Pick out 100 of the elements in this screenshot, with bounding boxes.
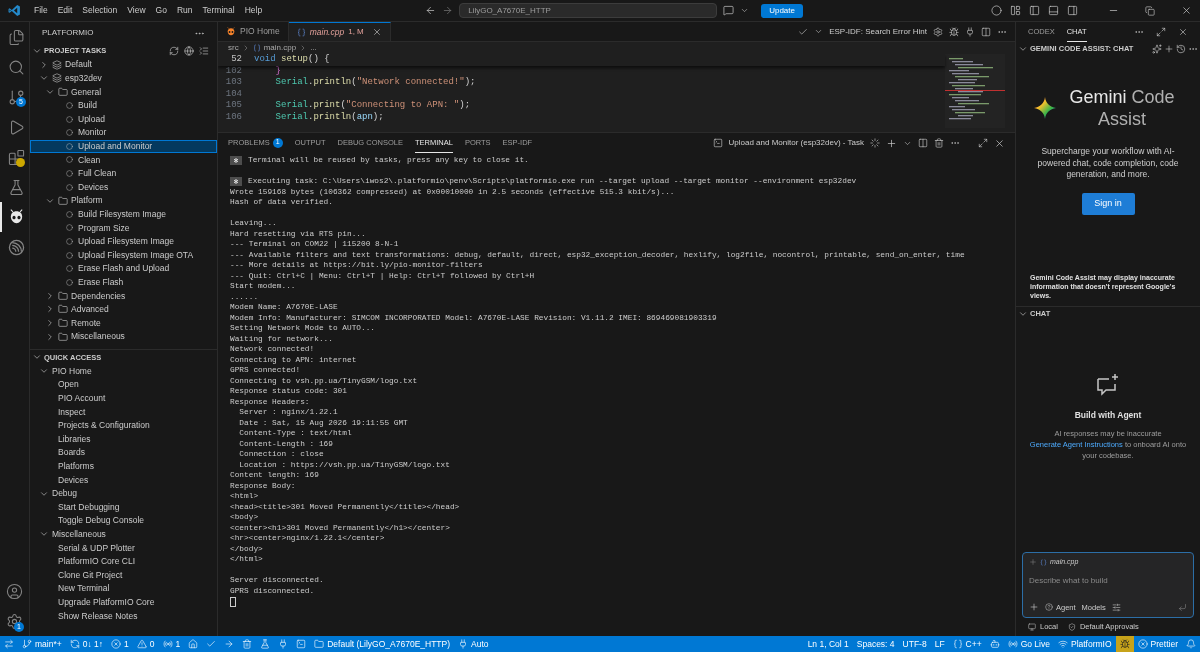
panel-left-icon[interactable] (1029, 5, 1040, 16)
collapse-icon[interactable] (199, 46, 209, 56)
status-bar-item[interactable]: 1 (107, 636, 133, 652)
tree-item[interactable]: Clone Git Project (30, 568, 217, 582)
panel-right-icon[interactable] (1067, 5, 1078, 16)
gear-icon[interactable] (933, 26, 943, 37)
tree-item[interactable]: New Terminal (30, 581, 217, 596)
tree-item[interactable]: Start Debugging (30, 500, 217, 514)
plus-icon[interactable] (886, 137, 897, 149)
sparkles-icon[interactable] (1152, 44, 1162, 54)
close-icon[interactable] (1181, 5, 1192, 16)
sliders-icon[interactable] (1111, 602, 1121, 612)
close-icon[interactable] (994, 137, 1005, 149)
search-error-hint-button[interactable]: ESP-IDF: Search Error Hint (829, 25, 927, 38)
tree-item[interactable]: Full Clean (30, 166, 217, 181)
plus-icon[interactable] (1164, 44, 1174, 54)
tree-item[interactable]: Upload and Monitor (30, 139, 217, 154)
refresh-icon[interactable] (169, 46, 179, 56)
plus-icon[interactable] (1029, 602, 1039, 613)
maximize-icon[interactable] (978, 138, 988, 148)
tree-item[interactable]: Upload Filesystem Image (30, 234, 217, 249)
tree-item[interactable]: Erase Flash (30, 275, 217, 290)
status-bar-item[interactable] (1115, 636, 1134, 652)
tree-item[interactable]: Advanced (30, 302, 217, 317)
menu-item[interactable]: Help (239, 4, 268, 17)
status-bar-item[interactable]: C++ (948, 636, 986, 652)
breadcrumb-item[interactable]: main.cpp (263, 42, 297, 54)
tree-item[interactable]: Upgrade PlatformIO Core (30, 595, 217, 610)
tree-item[interactable]: Program Size (30, 221, 217, 235)
menu-item[interactable]: Go (150, 4, 172, 17)
tree-item[interactable]: Debug (30, 486, 217, 501)
tree-item[interactable]: Projects & Configuration (30, 418, 217, 433)
account-icon[interactable] (6, 582, 23, 600)
tree-item[interactable]: Monitor (30, 125, 217, 140)
tree-item[interactable]: Clean (30, 153, 217, 167)
menu-item[interactable]: Terminal (197, 4, 240, 17)
tree-item[interactable]: esp32dev (30, 71, 217, 86)
restore-icon[interactable] (1145, 5, 1155, 16)
back-arrow-icon[interactable] (425, 5, 437, 16)
menu-item[interactable]: Edit (52, 4, 78, 17)
tree-item[interactable]: Toggle Debug Console (30, 514, 217, 528)
breadcrumb-item[interactable]: src (228, 42, 239, 54)
breadcrumb-item[interactable]: ... (310, 42, 317, 54)
menu-item[interactable]: Run (171, 4, 198, 17)
tree-item[interactable]: Libraries (30, 432, 217, 447)
close-icon[interactable] (1178, 27, 1188, 37)
menu-item[interactable]: View (122, 4, 151, 17)
status-bar-item[interactable]: Default (LilyGO_A7670E_HTTP) (310, 636, 455, 652)
tree-item[interactable]: Remote (30, 316, 217, 330)
chat-icon[interactable] (723, 5, 735, 16)
tree-item[interactable]: Show Release Notes (30, 609, 217, 623)
status-bar-item[interactable]: Spaces: 4 (852, 636, 899, 652)
sign-in-button[interactable]: Sign in (1081, 192, 1135, 215)
tree-item[interactable]: Erase Flash and Upload (30, 261, 217, 276)
tree-item[interactable]: Default (30, 58, 217, 72)
tree-item[interactable]: Devices (30, 473, 217, 487)
tree-item[interactable]: Upload Filesystem Image OTA (30, 248, 217, 262)
tree-item[interactable]: Open (30, 378, 217, 392)
status-bar-item[interactable]: Prettier (1133, 636, 1182, 652)
tree-item[interactable]: PlatformIO Core CLI (30, 554, 217, 569)
terminal-selector[interactable]: Upload and Monitor (esp32dev) - Task (728, 137, 864, 149)
tree-item[interactable]: PIO Account (30, 391, 217, 406)
panel-bottom-icon[interactable] (1048, 5, 1059, 16)
account-icon[interactable] (991, 5, 1002, 16)
forward-arrow-icon[interactable] (442, 5, 454, 16)
maximize-icon[interactable] (1156, 27, 1166, 37)
status-bar-item[interactable]: 0↓ 1↑ (65, 636, 108, 652)
editor-tab[interactable]: main.cpp 1, M (288, 22, 391, 41)
chevron-down-icon[interactable] (814, 27, 824, 36)
status-bar-item[interactable]: Auto (454, 636, 493, 652)
tree-item[interactable]: Miscellaneous (30, 527, 217, 542)
status-bar-item[interactable]: 0 (132, 636, 159, 652)
globe-icon[interactable] (184, 46, 194, 56)
status-bar-item[interactable]: Ln 1, Col 1 (803, 636, 853, 652)
history-icon[interactable] (1176, 44, 1186, 54)
trash-icon[interactable] (934, 138, 944, 148)
tree-item[interactable]: Build (30, 98, 217, 113)
check-icon[interactable] (798, 26, 809, 37)
tree-item[interactable]: PIO Home (30, 364, 217, 379)
close-icon[interactable] (371, 27, 382, 37)
status-bar-item[interactable]: LF (930, 636, 949, 652)
tree-item[interactable]: General (30, 85, 217, 99)
split-editor-icon[interactable] (981, 26, 991, 37)
command-center[interactable]: LilyGO_A7670E_HTTP (459, 3, 718, 18)
status-bar-item[interactable]: PlatformIO (1053, 636, 1116, 652)
chevron-down-icon[interactable] (740, 6, 750, 15)
plug-icon[interactable] (965, 26, 975, 37)
status-bar-item[interactable]: main*+ (18, 636, 66, 652)
split-icon[interactable] (918, 138, 928, 148)
tree-item[interactable]: Boards (30, 446, 217, 460)
tree-item[interactable]: Serial & UDP Plotter (30, 541, 217, 555)
status-bar-item[interactable]: Go Live (1003, 636, 1054, 652)
update-button[interactable]: Update (761, 3, 803, 18)
tree-item[interactable]: Miscellaneous (30, 329, 217, 344)
bug-icon[interactable] (949, 26, 959, 37)
tree-item[interactable]: Build Filesystem Image (30, 207, 217, 222)
tree-item[interactable]: Platforms (30, 459, 217, 474)
tree-item[interactable]: Devices (30, 180, 217, 194)
input-field[interactable]: Describe what to build (1029, 574, 1187, 587)
status-bar-item[interactable]: UTF-8 (898, 636, 931, 652)
